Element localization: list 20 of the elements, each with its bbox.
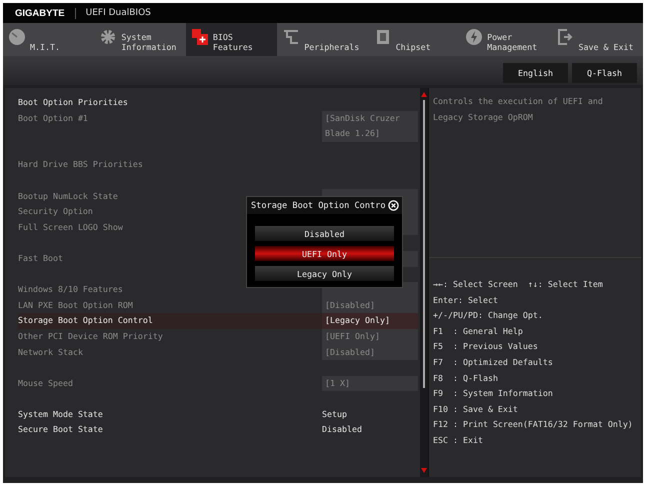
key-hint: Enter: Select (433, 294, 499, 307)
window-title: UEFI DualBIOS (86, 8, 151, 18)
setting-label: System Mode State (18, 408, 104, 421)
key-hint: F7 : Optimized Defaults (433, 356, 554, 369)
help-text: Controls the execution of UEFI and Legacy Storage OpROM (429, 88, 641, 258)
setting-value: Setup (322, 408, 348, 421)
dialog-title: Storage Boot Option Contro (251, 200, 386, 210)
key-hint: F8 : Q-Flash (433, 372, 499, 385)
key-hint: F1 : General Help (433, 324, 524, 338)
key-hint: F12 : Print Screen(FAT16/32 Format Only) (433, 418, 634, 432)
section-heading: Boot Option Priorities (18, 96, 129, 109)
key-hint: →←: Select Screen ↑↓: Select Item (433, 278, 604, 291)
key-hint: F5 : Previous Values (433, 340, 539, 354)
key-hint: ESC : Exit (433, 434, 484, 447)
key-hint: F9 : System Information (433, 387, 554, 400)
key-hint: +/-/PU/PD: Change Opt. (433, 309, 544, 322)
key-hint: F10 : Save & Exit (433, 402, 519, 416)
brand-logo: GIGABYTE (15, 8, 76, 18)
setting-value: Disabled (322, 423, 363, 436)
setting-label: Secure Boot State (18, 423, 104, 436)
